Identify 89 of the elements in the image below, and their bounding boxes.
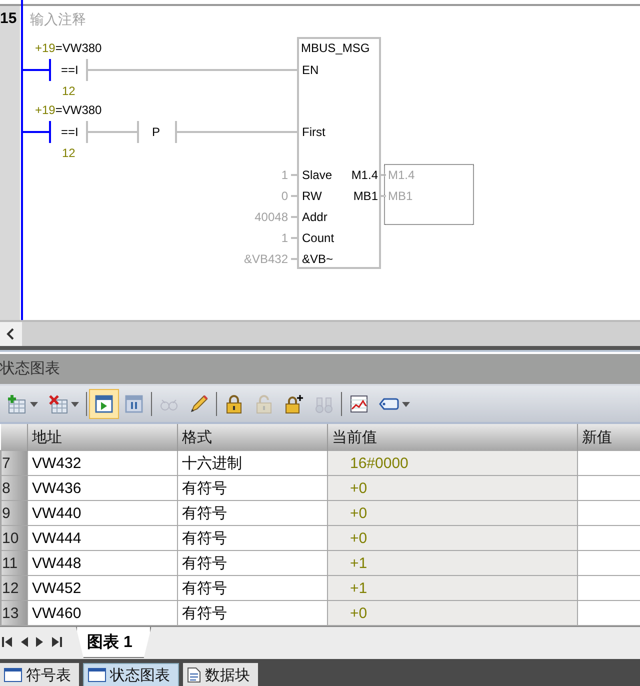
row-number: 9 bbox=[0, 500, 28, 526]
column-header: 新值 bbox=[578, 424, 640, 450]
pin-label: EN bbox=[302, 62, 319, 78]
compare-operand: +19=VW380 bbox=[35, 40, 102, 56]
toolbar-button[interactable] bbox=[89, 389, 119, 419]
pin-label: RW bbox=[302, 188, 322, 204]
compare-operand: 12 bbox=[62, 145, 76, 161]
output-pin: MB1 bbox=[352, 188, 378, 204]
row-number: 7 bbox=[0, 450, 28, 476]
wire bbox=[88, 131, 137, 133]
network-comment: 输入注释 bbox=[30, 11, 86, 27]
chart-icon bbox=[349, 394, 369, 414]
unlock-icon bbox=[254, 394, 274, 414]
new-value-cell[interactable] bbox=[578, 450, 640, 476]
current-value-cell: +0 bbox=[328, 476, 578, 500]
compare-symbol: ==I bbox=[61, 124, 78, 140]
input-value: &VB432 bbox=[242, 251, 288, 267]
format-cell[interactable]: 有符号 bbox=[178, 500, 328, 526]
pause-icon bbox=[124, 394, 144, 414]
edge-symbol: P bbox=[152, 124, 160, 140]
document-icon bbox=[187, 667, 201, 683]
column-header: 地址 bbox=[28, 424, 178, 450]
row-number: 12 bbox=[0, 576, 28, 600]
wire bbox=[23, 69, 49, 71]
wire bbox=[23, 131, 49, 133]
input-value: 1 bbox=[280, 230, 288, 246]
row-number: 10 bbox=[0, 526, 28, 550]
address-cell[interactable]: VW432 bbox=[28, 450, 178, 476]
format-cell[interactable]: 有符号 bbox=[178, 476, 328, 500]
pin-label: &VB~ bbox=[302, 251, 334, 267]
format-cell[interactable]: 有符号 bbox=[178, 550, 328, 576]
output-pin: M1.4 bbox=[350, 167, 378, 183]
caret-icon bbox=[402, 402, 410, 406]
table-icon bbox=[4, 668, 22, 682]
panel-title: 状态图表 bbox=[0, 354, 640, 386]
contact bbox=[137, 121, 177, 143]
run-icon bbox=[94, 394, 114, 414]
contact bbox=[49, 121, 88, 143]
address-cell[interactable]: VW452 bbox=[28, 576, 178, 600]
row-number: 11 bbox=[0, 550, 28, 576]
current-value-cell: +0 bbox=[328, 600, 578, 626]
format-cell[interactable]: 有符号 bbox=[178, 526, 328, 550]
current-value-cell: 16#0000 bbox=[328, 450, 578, 476]
current-value-cell: +1 bbox=[328, 576, 578, 600]
pencil-icon bbox=[189, 394, 209, 414]
compare-symbol: ==I bbox=[61, 62, 78, 78]
current-value-cell: +1 bbox=[328, 550, 578, 576]
address-cell[interactable]: VW436 bbox=[28, 476, 178, 500]
output-value: M1.4 bbox=[388, 167, 415, 183]
first-sheet-icon[interactable] bbox=[2, 636, 12, 648]
bottom-tab[interactable]: 状态图表 bbox=[83, 663, 179, 686]
bottom-tab[interactable]: 符号表 bbox=[0, 663, 79, 686]
compare-operand: 12 bbox=[62, 83, 76, 99]
column-header: 当前值 bbox=[328, 424, 578, 450]
address-cell[interactable]: VW444 bbox=[28, 526, 178, 550]
last-sheet-icon[interactable] bbox=[52, 636, 62, 648]
pin-label: First bbox=[302, 124, 326, 140]
format-cell[interactable]: 十六进制 bbox=[178, 450, 328, 476]
address-cell[interactable]: VW448 bbox=[28, 550, 178, 576]
caret-icon bbox=[30, 402, 38, 406]
scroll-left-icon[interactable] bbox=[6, 328, 16, 340]
row-number: 13 bbox=[0, 600, 28, 626]
lock-icon bbox=[224, 394, 244, 414]
output-value: MB1 bbox=[388, 188, 413, 204]
caret-icon bbox=[71, 402, 79, 406]
row-header-corner bbox=[0, 424, 28, 450]
address-cell[interactable]: VW440 bbox=[28, 500, 178, 526]
current-value-cell: +0 bbox=[328, 500, 578, 526]
lock-plus-icon bbox=[284, 394, 304, 414]
table-icon bbox=[88, 668, 106, 682]
format-cell[interactable]: 有符号 bbox=[178, 576, 328, 600]
pin-label: Count bbox=[302, 230, 334, 246]
pin-label: Addr bbox=[302, 209, 328, 225]
next-sheet-icon[interactable] bbox=[36, 636, 44, 648]
current-value-cell: +0 bbox=[328, 526, 578, 550]
contact bbox=[49, 59, 88, 81]
bottom-tab[interactable]: 数据块 bbox=[183, 663, 258, 686]
sheet-tab[interactable]: 图表 1 bbox=[76, 627, 152, 658]
pin-label: Slave bbox=[302, 167, 332, 183]
input-value: 0 bbox=[280, 188, 288, 204]
input-value: 40048 bbox=[254, 209, 288, 225]
previous-sheet-icon[interactable] bbox=[20, 636, 28, 648]
delete-row-icon bbox=[48, 394, 68, 414]
insert-row-icon bbox=[7, 394, 27, 414]
input-value: 1 bbox=[280, 167, 288, 183]
block-name: MBUS_MSG bbox=[301, 40, 370, 56]
row-number: 8 bbox=[0, 476, 28, 500]
column-header: 格式 bbox=[178, 424, 328, 450]
compare-operand: +19=VW380 bbox=[35, 102, 102, 118]
